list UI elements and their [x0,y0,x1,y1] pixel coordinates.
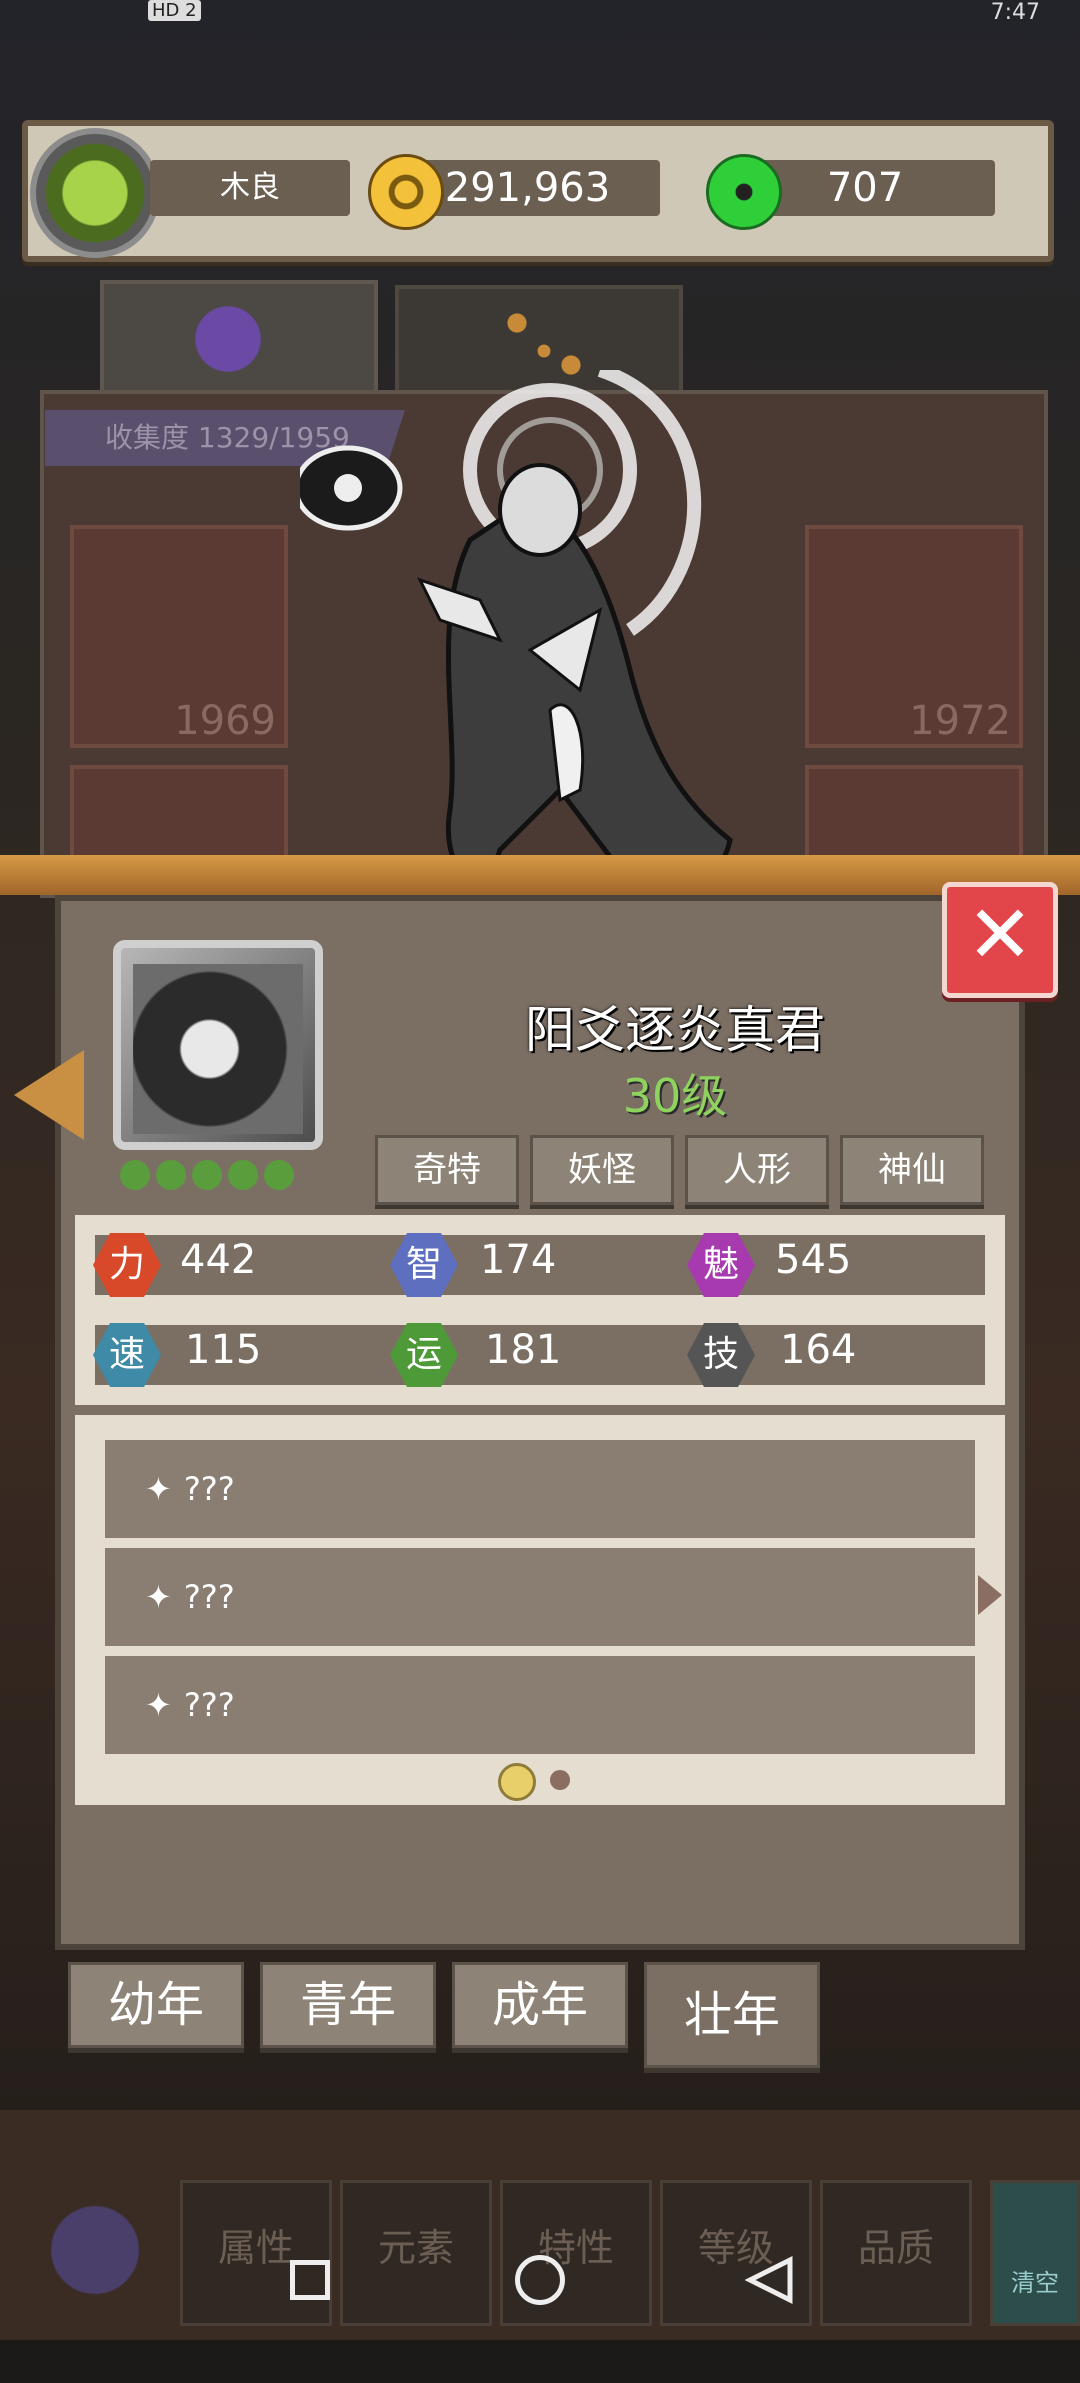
tag-badge: 神仙 [840,1135,984,1205]
tab-age-adult[interactable]: 成年 [452,1962,628,2048]
strength-value: 442 [180,1237,257,1283]
card-number: 1972 [909,698,1011,744]
tag-badge: 妖怪 [530,1135,674,1205]
tag-badge: 奇特 [375,1135,519,1205]
star-icon [120,1160,150,1190]
star-icon [192,1160,222,1190]
tab-age-youth[interactable]: 青年 [260,1962,436,2048]
recent-apps-icon[interactable] [290,2260,330,2300]
tab-age-child[interactable]: 幼年 [68,1962,244,2048]
sparkle-icon: ✦ [145,1578,172,1616]
skill-slot[interactable]: ✦??? [105,1548,975,1646]
speed-value: 115 [185,1327,262,1373]
skill-label: ??? [183,1470,235,1508]
back-icon[interactable] [745,2255,795,2305]
card-number: 1969 [174,698,276,744]
portrait-image [133,964,303,1134]
panel-top-border [0,855,1080,895]
hero-level: 30级 [622,1069,728,1123]
intelligence-value: 174 [480,1237,557,1283]
star-icon [156,1160,186,1190]
hero-name: 阳爻逐炎真君 [525,1001,825,1059]
sparkle-icon: ✦ [145,1470,172,1508]
sparkle-icon: ✦ [145,1686,172,1724]
skill-stat-value: 164 [780,1327,857,1373]
system-nav-bar [0,2230,1080,2340]
skills-panel: ✦??? ✦??? ✦??? [75,1415,1005,1805]
monster-icon [184,294,294,384]
star-icon [264,1160,294,1190]
skill-slot[interactable]: ✦??? [105,1440,975,1538]
clock: 7:47 [990,0,1040,25]
close-button[interactable]: ✕ [942,882,1058,998]
collection-card[interactable]: 1972 [805,525,1023,748]
hd-indicator: HD 2 [148,0,201,21]
star-rating [120,1160,320,1200]
home-icon[interactable] [515,2255,565,2305]
charm-value: 545 [775,1237,852,1283]
stats-panel: 力 442 智 174 魅 545 速 115 运 181 技 164 [75,1215,1005,1405]
jade-gem-icon [706,154,782,230]
tag-badge: 人形 [685,1135,829,1205]
player-avatar[interactable] [30,128,160,258]
skill-slot[interactable]: ✦??? [105,1656,975,1754]
hero-portrait [113,940,323,1150]
star-icon [228,1160,258,1190]
status-bar: HD 2 7:47 [0,0,1080,30]
page-dot-active[interactable] [498,1763,536,1801]
player-name: 木良 [150,160,350,216]
tab-age-prime[interactable]: 壮年 [644,1962,820,2068]
luck-value: 181 [485,1327,562,1373]
collection-card[interactable]: 1969 [70,525,288,748]
skill-label: ??? [183,1686,235,1724]
coin-icon [368,154,444,230]
hero-figure [300,370,733,894]
skill-label: ??? [183,1578,235,1616]
page-dot[interactable] [550,1770,570,1790]
molecule-icon [499,309,589,379]
